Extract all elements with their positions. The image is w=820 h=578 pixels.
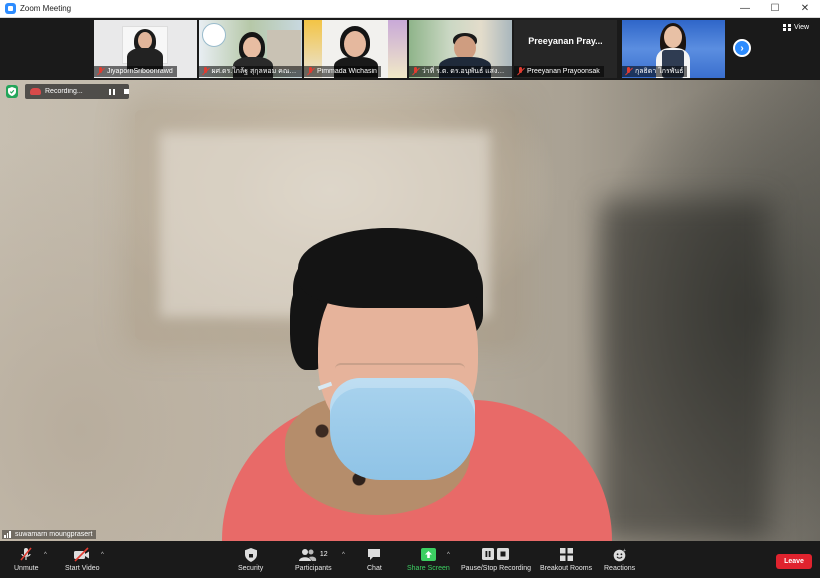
chat-label: Chat <box>367 565 382 572</box>
participants-button[interactable]: 12 Participants <box>295 547 332 572</box>
share-options-caret[interactable]: ^ <box>447 552 450 558</box>
muted-mic-icon <box>411 67 420 76</box>
breakout-rooms-label: Breakout Rooms <box>540 565 593 572</box>
recording-controls-label: Pause/Stop Recording <box>461 565 532 572</box>
video-off-icon <box>73 547 91 562</box>
pause-stop-icon <box>482 547 510 562</box>
smiley-reaction-icon: + <box>613 547 627 562</box>
share-screen-button[interactable]: Share Screen <box>407 547 450 572</box>
next-page-button[interactable]: › <box>733 39 751 57</box>
recording-indicator: Recording... <box>25 84 129 99</box>
meeting-toolbar: Unmute ^ Start Video ^ Security 12 Parti… <box>0 541 820 578</box>
audio-options-caret[interactable]: ^ <box>44 552 47 558</box>
participants-icon: 12 <box>298 547 328 562</box>
svg-text:+: + <box>623 548 626 554</box>
pause-stop-recording-button[interactable]: Pause/Stop Recording <box>461 547 531 572</box>
security-shield-icon[interactable] <box>6 85 18 98</box>
participant-tile[interactable]: JiyapornSriboonrawd <box>94 20 197 78</box>
participant-name: กุลธิดา ไกรพันธ์ <box>635 68 684 75</box>
security-label: Security <box>238 565 264 572</box>
muted-mic-icon <box>201 67 209 76</box>
signal-strength-icon <box>4 531 12 538</box>
unmute-label: Unmute <box>14 565 39 572</box>
leave-meeting-button[interactable]: Leave <box>776 554 812 569</box>
participants-label: Participants <box>295 565 332 572</box>
cloud-recording-icon <box>30 88 41 95</box>
window-titlebar: Zoom Meeting — ☐ ✕ <box>0 0 820 18</box>
window-title: Zoom Meeting <box>20 4 72 13</box>
view-button[interactable]: View <box>783 24 809 31</box>
chat-bubble-icon <box>367 547 381 562</box>
maximize-button[interactable]: ☐ <box>760 0 790 18</box>
grid-view-icon <box>783 24 791 31</box>
participant-tile[interactable]: Preeyanan Pray... Preeyanan Prayoonsak <box>514 20 617 78</box>
breakout-rooms-icon <box>559 547 573 562</box>
participant-name: ว่าที่ ร.ต. ดร.อนุพันธ์ แสงรุ่ง... <box>421 68 508 75</box>
view-label: View <box>794 24 810 31</box>
speaker-name: suwamarn moungprasert <box>15 531 93 538</box>
share-screen-icon <box>420 547 436 562</box>
participant-name: Pimmada Wichasin <box>317 68 377 75</box>
participant-name: JiyapornSriboonrawd <box>107 68 173 75</box>
muted-mic-icon <box>96 67 105 76</box>
participant-tile[interactable]: กุลธิดา ไกรพันธ์ <box>622 20 725 78</box>
speaker-name-label: suwamarn moungprasert <box>2 530 97 539</box>
unmute-button[interactable]: Unmute <box>14 547 39 572</box>
gallery-strip: JiyapornSriboonrawd ผศ.ดร.ใกล้ฐ สุกุลหอม… <box>0 18 820 80</box>
breakout-rooms-button[interactable]: Breakout Rooms <box>540 547 592 572</box>
zoom-app-icon <box>5 3 16 14</box>
participant-tile[interactable]: ผศ.ดร.ใกล้ฐ สุกุลหอม คณะศ... <box>199 20 302 78</box>
reactions-button[interactable]: + Reactions <box>604 547 636 573</box>
participant-name: ผศ.ดร.ใกล้ฐ สุกุลหอม คณะศ... <box>211 68 298 75</box>
active-speaker-video: Recording... suwamarn moungprasert <box>0 80 820 541</box>
participant-name: Preeyanan Prayoonsak <box>527 68 600 75</box>
video-options-caret[interactable]: ^ <box>101 552 104 558</box>
participants-options-caret[interactable]: ^ <box>342 552 345 558</box>
participant-tile[interactable]: ว่าที่ ร.ต. ดร.อนุพันธ์ แสงรุ่ง... <box>409 20 512 78</box>
chat-button[interactable]: Chat <box>367 547 382 572</box>
start-video-label: Start Video <box>65 565 100 572</box>
muted-microphone-icon <box>19 547 33 562</box>
participant-tile[interactable]: Pimmada Wichasin <box>304 20 407 78</box>
minimize-button[interactable]: — <box>730 0 760 18</box>
stop-recording-icon[interactable] <box>124 89 129 94</box>
recording-status: Recording... <box>45 88 83 95</box>
participant-display-name: Preeyanan Pray... <box>528 36 603 46</box>
share-screen-label: Share Screen <box>407 565 450 572</box>
shield-icon <box>244 547 257 562</box>
muted-mic-icon <box>306 67 315 76</box>
participants-count: 12 <box>319 551 328 558</box>
security-button[interactable]: Security <box>238 547 263 572</box>
close-button[interactable]: ✕ <box>790 0 820 18</box>
reactions-label: Reactions <box>604 565 636 572</box>
speaker-face-mask <box>330 378 475 480</box>
muted-mic-icon <box>624 67 633 76</box>
start-video-button[interactable]: Start Video <box>65 547 100 572</box>
pause-recording-icon[interactable] <box>109 88 115 95</box>
muted-mic-icon <box>516 67 525 76</box>
